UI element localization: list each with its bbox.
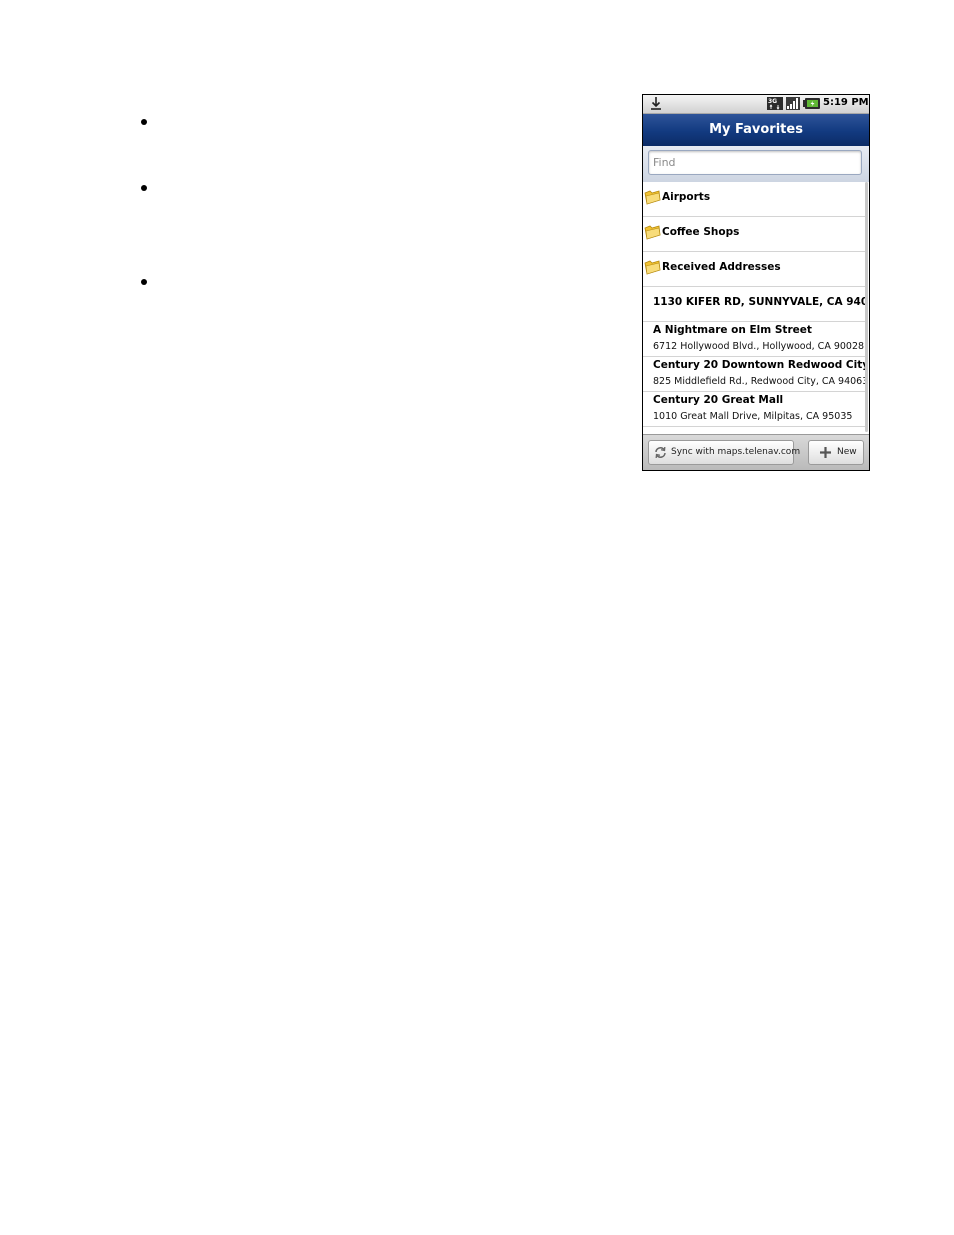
status-time: 5:19 PM <box>823 97 869 108</box>
bullet-point-2 <box>141 185 147 191</box>
category-item-received-addresses[interactable]: Received Addresses <box>643 252 865 287</box>
plus-icon <box>820 447 831 458</box>
sync-button-label: Sync with maps.telenav.com <box>671 447 801 457</box>
address-item[interactable]: Century 20 Downtown Redwood City 825 Mid… <box>643 357 865 392</box>
bullet-point-1 <box>141 119 147 125</box>
address-title: 1130 KIFER RD, SUNNYVALE, CA 94086 <box>653 296 865 308</box>
category-label: Airports <box>662 191 711 203</box>
battery-icon <box>803 98 820 109</box>
address-item[interactable]: 1130 KIFER RD, SUNNYVALE, CA 94086 <box>643 287 865 322</box>
svg-text:3G: 3G <box>768 98 777 105</box>
page-title: My Favorites <box>643 114 869 146</box>
3g-network-icon: 3G <box>767 97 783 110</box>
scrollbar[interactable] <box>865 182 868 432</box>
favorites-list: Airports Coffee Shops Received Addresses… <box>643 182 865 434</box>
new-button-label: New <box>837 447 857 457</box>
folder-icon <box>644 190 661 205</box>
download-icon <box>651 97 661 110</box>
find-bar <box>643 146 869 182</box>
address-title: A Nightmare on Elm Street <box>653 324 812 336</box>
phone-screenshot: 3G 5:19 PM My Favorites Airports <box>642 94 870 471</box>
address-subtitle: 6712 Hollywood Blvd., Hollywood, CA 9002… <box>653 341 865 352</box>
address-item[interactable]: A Nightmare on Elm Street 6712 Hollywood… <box>643 322 865 357</box>
status-bar: 3G 5:19 PM <box>643 95 869 114</box>
category-item-coffee-shops[interactable]: Coffee Shops <box>643 217 865 252</box>
bullet-point-3 <box>141 279 147 285</box>
address-title: Century 20 Great Mall <box>653 394 784 406</box>
folder-icon <box>644 260 661 275</box>
folder-icon <box>644 225 661 240</box>
address-subtitle: 825 Middlefield Rd., Redwood City, CA 94… <box>653 376 865 387</box>
address-subtitle: 1010 Great Mall Drive, Milpitas, CA 9503… <box>653 411 853 422</box>
category-label: Coffee Shops <box>662 226 740 238</box>
category-label: Received Addresses <box>662 261 781 273</box>
sync-icon <box>655 446 666 459</box>
sync-button[interactable]: Sync with maps.telenav.com <box>648 440 800 465</box>
category-item-airports[interactable]: Airports <box>643 182 865 217</box>
find-input[interactable] <box>648 150 862 175</box>
new-button[interactable]: New <box>808 440 864 465</box>
address-item[interactable]: Century 20 Great Mall 1010 Great Mall Dr… <box>643 392 865 427</box>
signal-icon <box>786 97 800 110</box>
address-title: Century 20 Downtown Redwood City <box>653 359 865 371</box>
bottom-bar: Sync with maps.telenav.com New <box>643 434 869 470</box>
